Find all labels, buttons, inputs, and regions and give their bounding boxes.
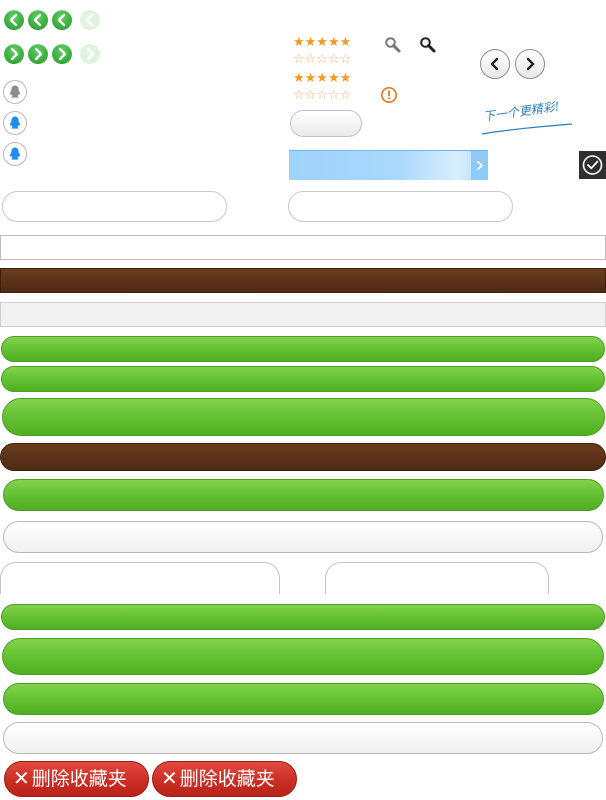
- chevron-right-icon: [58, 47, 67, 61]
- qq-button-blue[interactable]: [3, 111, 27, 135]
- prev-button[interactable]: [4, 10, 24, 30]
- rating-empty-2[interactable]: ☆☆☆☆☆: [293, 88, 351, 102]
- chevron-right-icon: [526, 57, 535, 71]
- chevron-right-icon: [10, 47, 19, 61]
- handwriting-underline: [481, 123, 573, 135]
- qq-penguin-icon: [9, 85, 21, 98]
- brown-pill[interactable]: [0, 443, 606, 471]
- green-button-large-4[interactable]: [3, 683, 604, 715]
- check-tile[interactable]: [579, 151, 606, 179]
- search-icon-dark[interactable]: [419, 36, 437, 54]
- chevron-left-icon: [490, 57, 499, 71]
- rating-full[interactable]: ★★★★★: [293, 35, 351, 49]
- small-pill-button[interactable]: [290, 110, 362, 137]
- green-button-large-1[interactable]: [2, 398, 605, 436]
- qq-penguin-icon: [9, 116, 21, 129]
- progress-handle[interactable]: [471, 151, 488, 180]
- green-button-large-3[interactable]: [2, 638, 604, 675]
- chevron-left-icon: [33, 13, 42, 27]
- green-bar-1[interactable]: [1, 336, 605, 362]
- gray-bar[interactable]: [0, 302, 606, 327]
- delete-favorites-label: 删除收藏夹: [31, 769, 127, 790]
- tab-left[interactable]: [0, 562, 280, 594]
- white-pill-button[interactable]: [3, 521, 603, 553]
- close-icon: ✕: [161, 768, 178, 790]
- delete-favorites-button-2[interactable]: ✕ 删除收藏夹: [152, 761, 297, 797]
- rating-empty[interactable]: ☆☆☆☆☆: [293, 52, 351, 66]
- rounded-input-right[interactable]: [288, 191, 513, 222]
- next-button-hover[interactable]: [28, 44, 48, 64]
- prev-button-hover[interactable]: [28, 10, 48, 30]
- chevron-left-icon: [85, 13, 94, 27]
- qq-button-gray[interactable]: [3, 80, 27, 104]
- text-input-bar[interactable]: [0, 235, 606, 260]
- delete-favorites-button[interactable]: ✕ 删除收藏夹: [4, 761, 149, 797]
- chevron-left-icon: [57, 13, 66, 27]
- close-icon: ✕: [13, 768, 30, 790]
- next-button-disabled: [80, 44, 100, 64]
- chevron-right-icon: [86, 47, 95, 61]
- qq-penguin-icon: [9, 147, 21, 160]
- next-button-active[interactable]: [52, 44, 72, 64]
- brown-bar: [0, 268, 606, 293]
- white-pill-button-2[interactable]: [3, 722, 603, 754]
- prev-button-active[interactable]: [52, 10, 72, 30]
- green-bar-2[interactable]: [1, 366, 605, 392]
- check-circle-icon: [582, 155, 603, 175]
- next-button[interactable]: [4, 44, 24, 64]
- chevron-right-icon: [477, 161, 484, 170]
- delete-favorites-label: 删除收藏夹: [179, 769, 275, 790]
- prev-button-disabled: [80, 10, 100, 30]
- circle-next-button[interactable]: [515, 49, 545, 79]
- green-bar-3[interactable]: [1, 604, 605, 630]
- rounded-input-left[interactable]: [2, 191, 227, 222]
- chevron-right-icon: [34, 47, 43, 61]
- circle-prev-button[interactable]: [480, 49, 510, 79]
- tab-right[interactable]: [325, 562, 549, 594]
- rating-full-2[interactable]: ★★★★★: [293, 71, 351, 85]
- search-icon[interactable]: [384, 36, 402, 54]
- green-button-large-2[interactable]: [3, 479, 604, 511]
- qq-button-blue-active[interactable]: [3, 142, 27, 166]
- progress-bar: [289, 150, 488, 180]
- warning-icon: [381, 87, 397, 103]
- chevron-left-icon: [9, 13, 18, 27]
